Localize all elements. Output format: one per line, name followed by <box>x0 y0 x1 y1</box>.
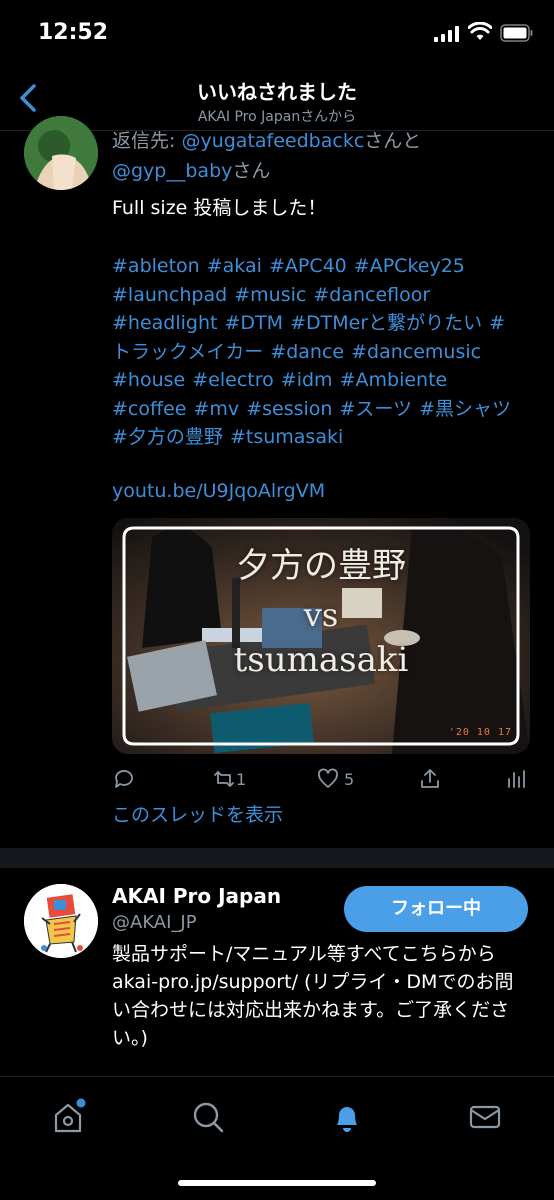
like-count: 5 <box>344 769 355 789</box>
battery-icon <box>500 24 533 42</box>
media-title-line1: 夕方の豊野 <box>236 546 406 586</box>
analytics-icon <box>508 770 525 788</box>
hashtag-line[interactable]: #ableton #akai #APC40 #APCkey25 <box>112 252 532 281</box>
search-icon[interactable] <box>188 1097 228 1137</box>
status-time: 12:52 <box>38 20 109 45</box>
tweet-actions: 1 5 <box>112 764 532 796</box>
profile-avatar[interactable] <box>24 884 98 958</box>
profile-bio: 製品サポート/マニュアル等すべてこちらから akai-pro.jp/suppor… <box>112 943 514 1049</box>
tweet-url-link[interactable]: youtu.be/U9JqoAlrgVM <box>112 480 325 502</box>
reply-to-text: 返信先: @yugatafeedbackcさんと @gyp__babyさん <box>112 126 532 186</box>
retweet-icon <box>214 771 234 787</box>
hashtag-line[interactable]: #house #electro #idm #Ambiente <box>112 366 532 395</box>
media-title-line2: vs <box>303 596 339 634</box>
show-thread-link[interactable]: このスレッドを表示 <box>112 800 283 827</box>
signal-icon <box>434 26 459 42</box>
reply-mid: さんと <box>364 130 422 152</box>
tweet-author-avatar[interactable] <box>24 116 98 190</box>
tweet[interactable]: 返信先: @yugatafeedbackcさんと @gyp__babyさん Fu… <box>0 116 554 848</box>
retweet-button[interactable]: 1 <box>212 764 246 794</box>
status-bar: 12:52 <box>0 0 554 66</box>
hashtag-line[interactable]: トラックメイカー #dance #dancemusic <box>112 338 532 367</box>
reply-suffix: さん <box>232 160 271 182</box>
mail-icon[interactable] <box>465 1097 505 1137</box>
reply-icon <box>115 770 133 788</box>
hashtag-line[interactable]: #coffee #mv #session #スーツ #黒シャツ <box>112 395 532 424</box>
reply-prefix: 返信先: <box>112 130 182 152</box>
nav-header: いいねされました AKAI Pro Japanさんから <box>0 66 554 131</box>
media-title-line3: tsumasaki <box>233 640 409 680</box>
hashtag-block: #ableton #akai #APC40 #APCkey25 #launchp… <box>112 252 532 452</box>
analytics-button[interactable] <box>504 764 528 794</box>
following-button[interactable]: フォロー中 <box>344 886 528 932</box>
home-icon[interactable] <box>48 1097 88 1137</box>
tweet-text: Full size 投稿しました！ <box>112 197 327 219</box>
retweet-count: 1 <box>236 769 247 789</box>
hashtag-line[interactable]: #launchpad #music #dancefloor <box>112 281 532 310</box>
home-indicator <box>178 1180 376 1186</box>
wifi-icon <box>468 22 492 40</box>
share-button[interactable] <box>418 764 442 794</box>
hashtag-line[interactable]: #夕方の豊野 #tsumasaki <box>112 423 532 452</box>
reply-user-link[interactable]: @yugatafeedbackc <box>181 130 364 152</box>
section-separator <box>0 848 554 868</box>
bell-icon[interactable] <box>327 1097 367 1137</box>
tweet-media-thumbnail[interactable]: 夕方の豊野 vs tsumasaki '20 10 17 <box>112 518 530 754</box>
heart-icon <box>318 768 338 788</box>
like-button[interactable]: 5 <box>316 764 354 794</box>
share-icon <box>421 769 439 788</box>
profile-card[interactable]: AKAI Pro Japan @AKAI_JP フォロー中 製品サポート/マニュ… <box>0 868 554 1077</box>
reply-user-link[interactable]: @gyp__baby <box>112 160 232 182</box>
page-title: いいねされました <box>197 80 357 104</box>
profile-handle: @AKAI_JP <box>112 912 197 933</box>
profile-name[interactable]: AKAI Pro Japan <box>112 884 281 908</box>
reply-button[interactable] <box>112 764 136 794</box>
hashtag-line[interactable]: #headlight #DTM #DTMerと繋がりたい # <box>112 309 532 338</box>
media-date-stamp: '20 10 17 <box>448 727 512 738</box>
